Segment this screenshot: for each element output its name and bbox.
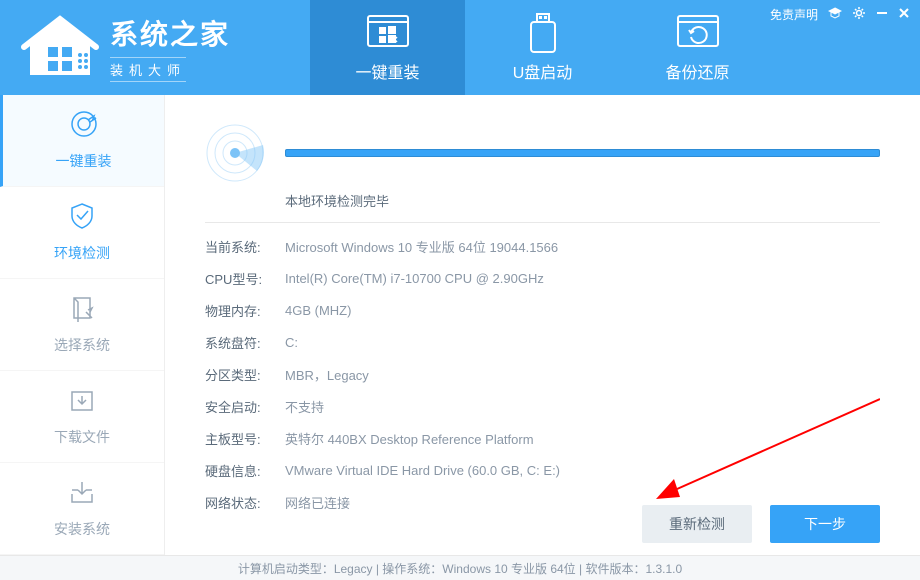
info-value: MBR，Legacy: [285, 365, 369, 384]
info-value: VMware Virtual IDE Hard Drive (60.0 GB, …: [285, 463, 560, 478]
info-value: 网络已连接: [285, 493, 350, 512]
info-label: 分区类型:: [205, 365, 285, 384]
target-icon: [70, 110, 98, 141]
usb-icon: [529, 13, 557, 53]
side-label: 安装系统: [54, 519, 110, 539]
info-value: 4GB (MHZ): [285, 303, 351, 318]
info-label: CPU型号:: [205, 269, 285, 288]
shield-check-icon: [68, 202, 96, 233]
divider: [205, 222, 880, 223]
app-title: 系统之家: [110, 13, 230, 53]
info-row-os: 当前系统:Microsoft Windows 10 专业版 64位 19044.…: [205, 237, 880, 256]
nav-label: U盘启动: [513, 59, 573, 83]
house-logo-icon: [20, 13, 100, 83]
info-label: 主板型号:: [205, 429, 285, 448]
next-button[interactable]: 下一步: [770, 505, 880, 543]
info-label: 安全启动:: [205, 397, 285, 416]
info-label: 当前系统:: [205, 237, 285, 256]
disclaimer-link[interactable]: 免责声明: [770, 6, 818, 23]
info-value: Microsoft Windows 10 专业版 64位 19044.1566: [285, 237, 558, 256]
nav-reinstall[interactable]: 一键重装: [310, 0, 465, 95]
content: 一键重装 环境检测 选择系统 下载文件 安装系统 本地环境检测完毕 当前系统:M…: [0, 95, 920, 555]
header: 系统之家 装机大师 一键重装 U盘启动 备份还原 免责声明: [0, 0, 920, 95]
sidebar: 一键重装 环境检测 选择系统 下载文件 安装系统: [0, 95, 165, 555]
info-row-motherboard: 主板型号:英特尔 440BX Desktop Reference Platfor…: [205, 429, 880, 448]
info-value: Intel(R) Core(TM) i7-10700 CPU @ 2.90GHz: [285, 271, 544, 286]
info-row-memory: 物理内存:4GB (MHZ): [205, 301, 880, 320]
minimize-icon[interactable]: [876, 7, 888, 22]
info-row-secureboot: 安全启动:不支持: [205, 397, 880, 416]
app-subtitle: 装机大师: [110, 57, 186, 82]
info-row-cpu: CPU型号:Intel(R) Core(TM) i7-10700 CPU @ 2…: [205, 269, 880, 288]
download-icon: [68, 386, 96, 417]
info-value: 英特尔 440BX Desktop Reference Platform: [285, 429, 534, 448]
titlebar: 免责声明: [770, 6, 910, 23]
sidebar-item-download[interactable]: 下载文件: [0, 371, 164, 463]
info-value: 不支持: [285, 397, 324, 416]
nav-usb-boot[interactable]: U盘启动: [465, 0, 620, 95]
backup-restore-icon: [677, 13, 719, 53]
sidebar-item-select-system[interactable]: 选择系统: [0, 279, 164, 371]
close-icon[interactable]: [898, 7, 910, 22]
radar-icon: [205, 123, 265, 183]
info-label: 系统盘符:: [205, 333, 285, 352]
info-label: 物理内存:: [205, 301, 285, 320]
sidebar-item-install[interactable]: 安装系统: [0, 463, 164, 555]
info-row-sysdrive: 系统盘符:C:: [205, 333, 880, 352]
nav-label: 一键重装: [355, 59, 419, 83]
nav-backup-restore[interactable]: 备份还原: [620, 0, 775, 95]
windows-reinstall-icon: [367, 13, 409, 53]
main-panel: 本地环境检测完毕 当前系统:Microsoft Windows 10 专业版 6…: [165, 95, 920, 555]
sidebar-item-env-check[interactable]: 环境检测: [0, 187, 164, 279]
side-label: 下载文件: [54, 427, 110, 447]
sidebar-item-reinstall[interactable]: 一键重装: [0, 95, 164, 187]
recheck-button[interactable]: 重新检测: [642, 505, 752, 543]
progress-text: 本地环境检测完毕: [285, 191, 880, 210]
select-icon: [68, 294, 96, 325]
gear-icon[interactable]: [852, 6, 866, 23]
logo-area: 系统之家 装机大师: [0, 0, 300, 95]
footer-text: 计算机启动类型：Legacy | 操作系统：Windows 10 专业版 64位…: [238, 560, 682, 577]
install-icon: [68, 478, 96, 509]
info-label: 硬盘信息:: [205, 461, 285, 480]
side-label: 环境检测: [54, 243, 110, 263]
info-value: C:: [285, 335, 298, 350]
info-label: 网络状态:: [205, 493, 285, 512]
graduation-icon[interactable]: [828, 7, 842, 22]
nav-label: 备份还原: [665, 59, 729, 83]
info-row-disk: 硬盘信息:VMware Virtual IDE Hard Drive (60.0…: [205, 461, 880, 480]
info-row-partition: 分区类型:MBR，Legacy: [205, 365, 880, 384]
footer: 计算机启动类型：Legacy | 操作系统：Windows 10 专业版 64位…: [0, 555, 920, 580]
side-label: 一键重装: [56, 151, 112, 171]
side-label: 选择系统: [54, 335, 110, 355]
progress-bar: [285, 149, 880, 157]
